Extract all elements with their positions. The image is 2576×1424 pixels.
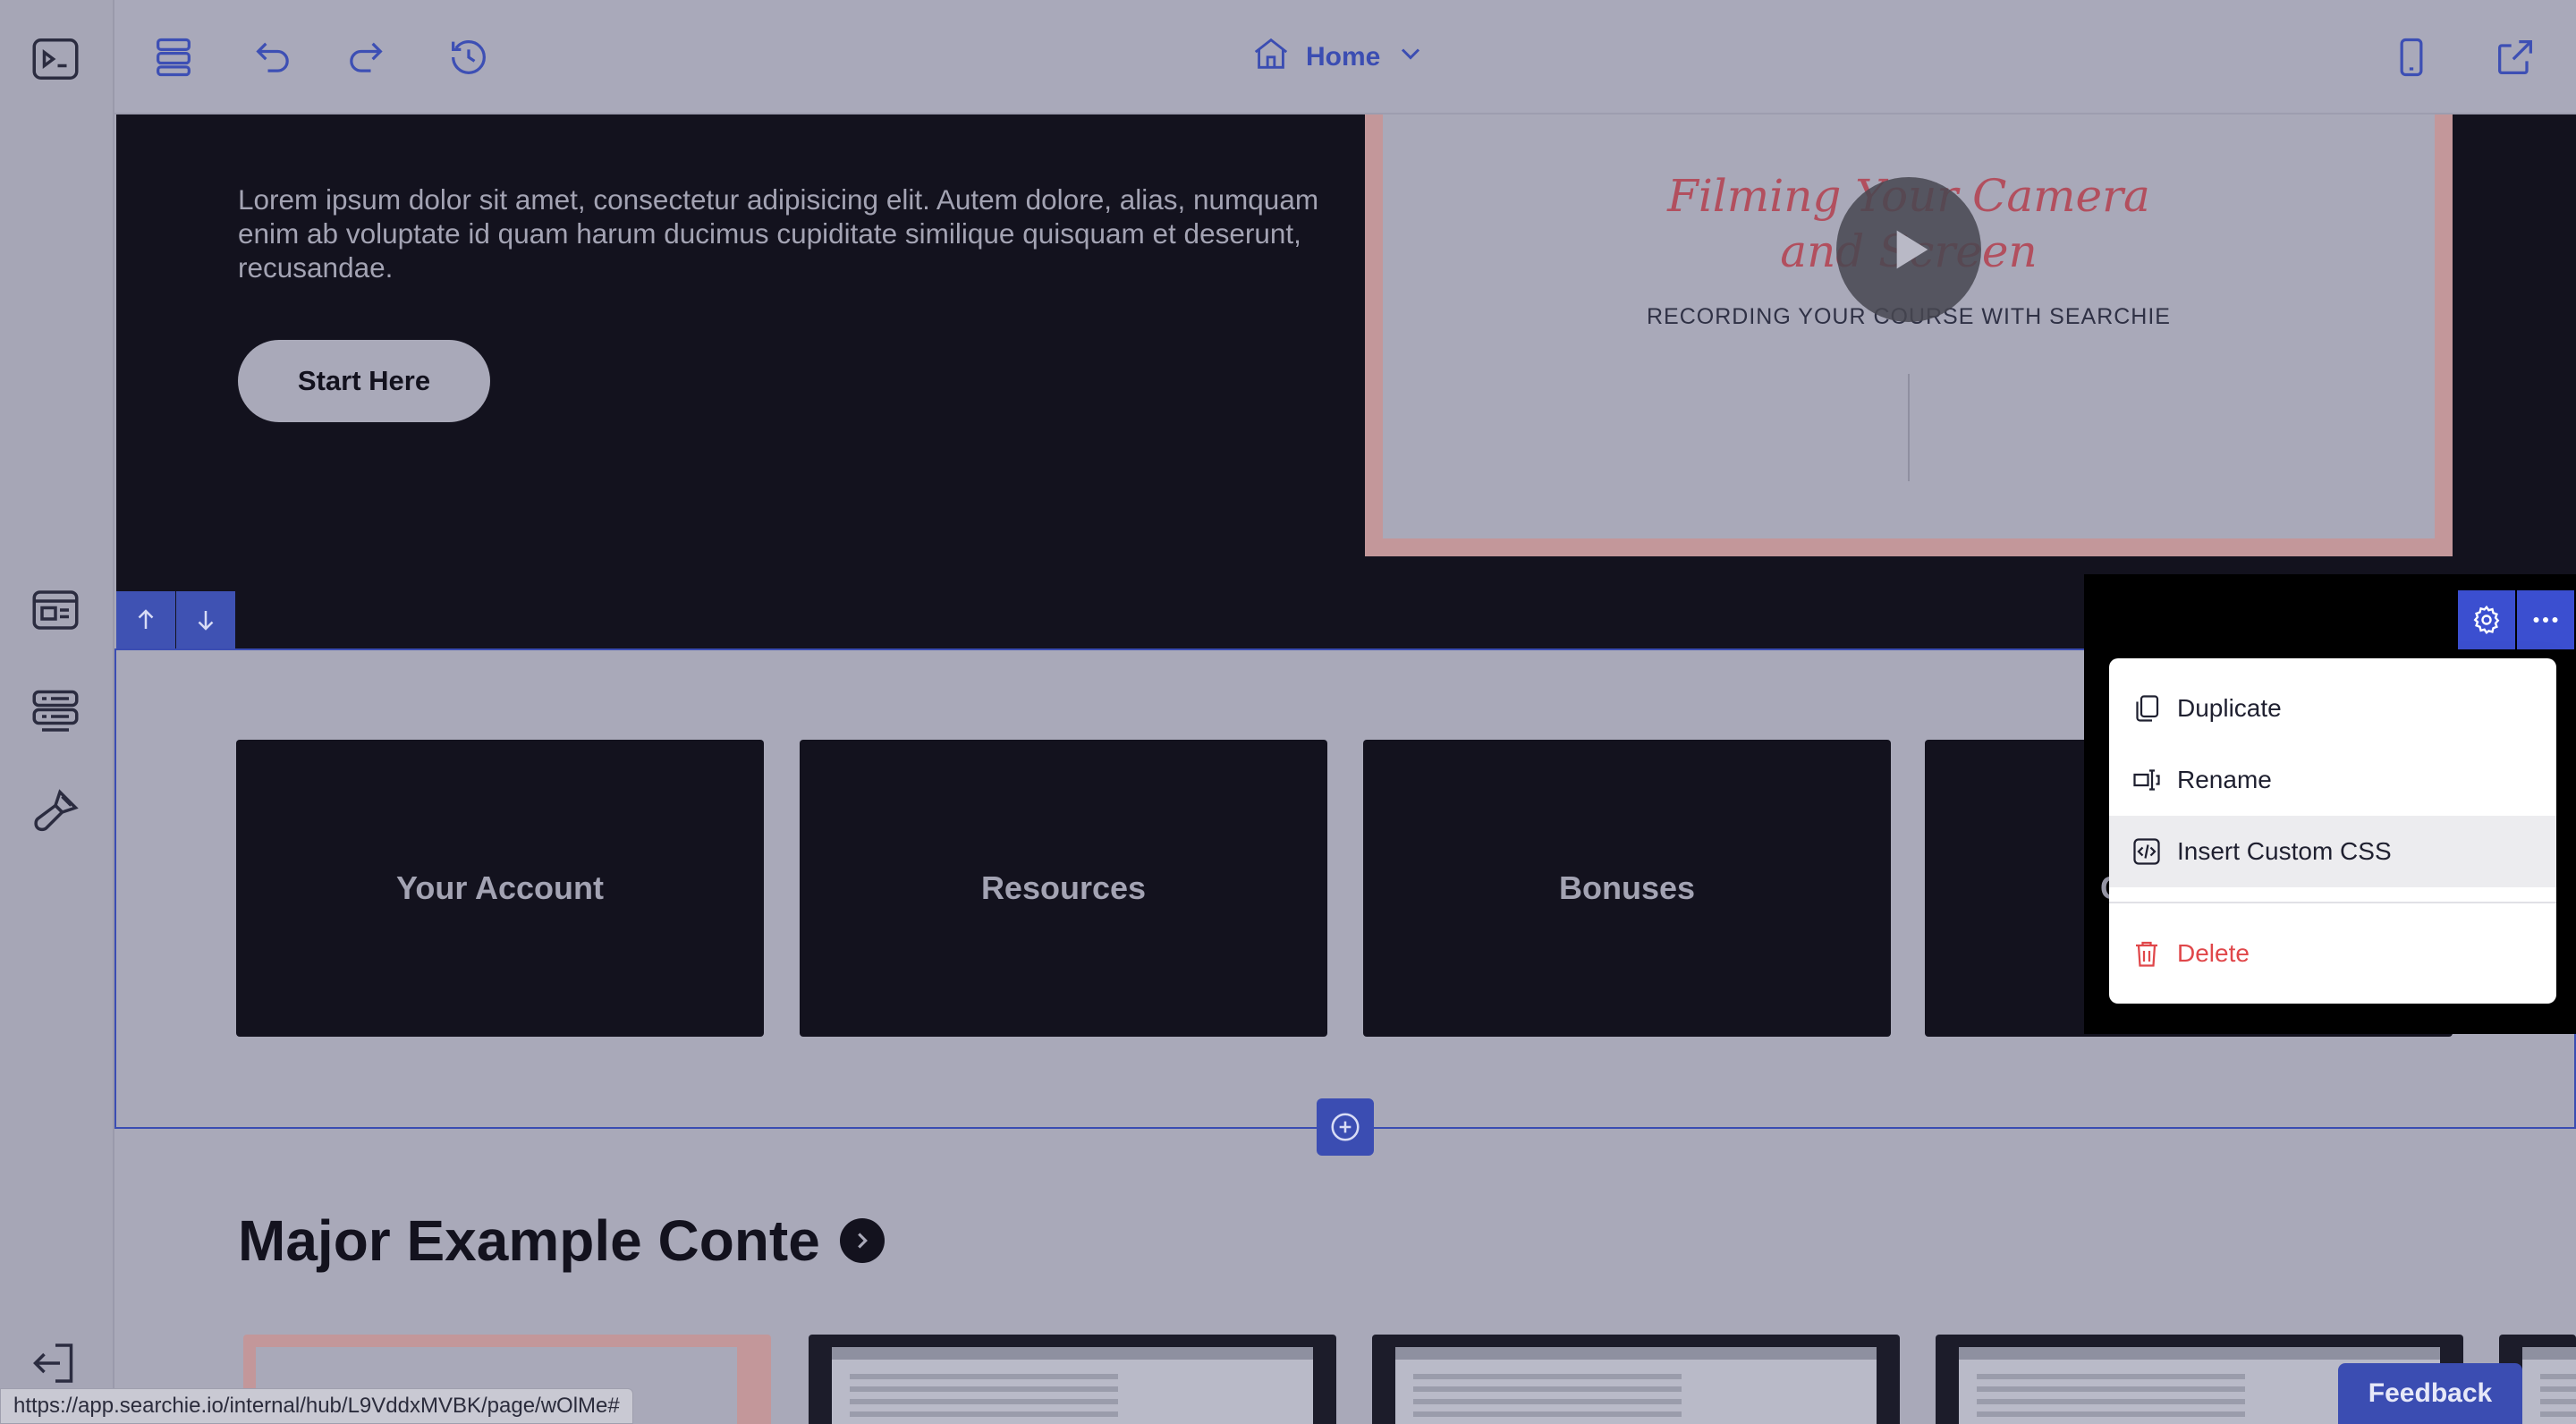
add-section-button[interactable]: [1317, 1098, 1374, 1156]
video-divider: [1908, 374, 1910, 481]
plus-circle-icon: [1331, 1113, 1360, 1141]
chevron-right-icon[interactable]: [839, 1218, 885, 1263]
feedback-button[interactable]: Feedback: [2338, 1363, 2522, 1424]
page-selector[interactable]: Home: [1250, 30, 1427, 84]
section-settings-button[interactable]: [2458, 590, 2515, 649]
tile-your-account[interactable]: Your Account: [236, 740, 764, 1037]
preview-toggle-icon[interactable]: [27, 30, 84, 88]
chevron-down-icon: [1394, 38, 1427, 77]
code-icon: [2133, 838, 2160, 865]
tile-bonuses[interactable]: Bonuses: [1363, 740, 1891, 1037]
undo-icon[interactable]: [245, 29, 302, 86]
start-here-button[interactable]: Start Here: [238, 340, 490, 422]
history-icon[interactable]: [440, 29, 497, 86]
section-options-menu: Duplicate Rename Insert Custom CSS Delet…: [2109, 658, 2556, 1004]
redo-icon[interactable]: [336, 29, 394, 86]
hero-body-text: Lorem ipsum dolor sit amet, consectetur …: [238, 183, 1319, 284]
menu-item-rename[interactable]: Rename: [2109, 744, 2556, 816]
theme-brush-icon[interactable]: [27, 784, 84, 841]
move-section-up-button[interactable]: [116, 591, 175, 648]
menu-item-insert-custom-css[interactable]: Insert Custom CSS: [2109, 816, 2556, 887]
menu-item-duplicate[interactable]: Duplicate: [2109, 673, 2556, 744]
section-more-button[interactable]: [2517, 590, 2574, 649]
more-horizontal-icon: [2533, 617, 2558, 623]
video-thumbnail[interactable]: Filming Your Camera and Screen RECORDING…: [1365, 114, 2453, 556]
open-external-icon[interactable]: [2487, 29, 2544, 86]
rename-icon: [2133, 769, 2160, 791]
navigation-panel-icon[interactable]: [27, 683, 84, 741]
duplicate-icon: [2136, 695, 2159, 722]
mobile-preview-icon[interactable]: [2383, 29, 2440, 86]
exit-icon[interactable]: [27, 1335, 84, 1392]
sections-panel-icon[interactable]: [27, 581, 84, 639]
left-rail: [0, 0, 114, 1424]
content-heading: Major Example Conte: [238, 1208, 885, 1274]
arrow-up-icon: [138, 609, 154, 629]
page-name: Home: [1306, 42, 1381, 72]
move-section-down-button[interactable]: [176, 591, 235, 648]
menu-divider: [2109, 902, 2556, 903]
play-icon[interactable]: [1836, 177, 1981, 322]
content-thumbnail[interactable]: [809, 1335, 1336, 1424]
gear-icon: [2473, 605, 2500, 634]
trash-icon: [2136, 941, 2157, 967]
tile-resources[interactable]: Resources: [800, 740, 1327, 1037]
arrow-down-icon: [198, 611, 214, 631]
status-bar-url: https://app.searchie.io/internal/hub/L9V…: [0, 1388, 633, 1424]
editor-topbar: Home: [114, 0, 2576, 114]
menu-item-delete[interactable]: Delete: [2109, 918, 2556, 989]
home-icon: [1250, 33, 1292, 81]
content-thumbnail[interactable]: [1372, 1335, 1900, 1424]
layers-icon[interactable]: [145, 29, 202, 86]
hero-section: Lorem ipsum dolor sit amet, consectetur …: [116, 114, 2576, 649]
